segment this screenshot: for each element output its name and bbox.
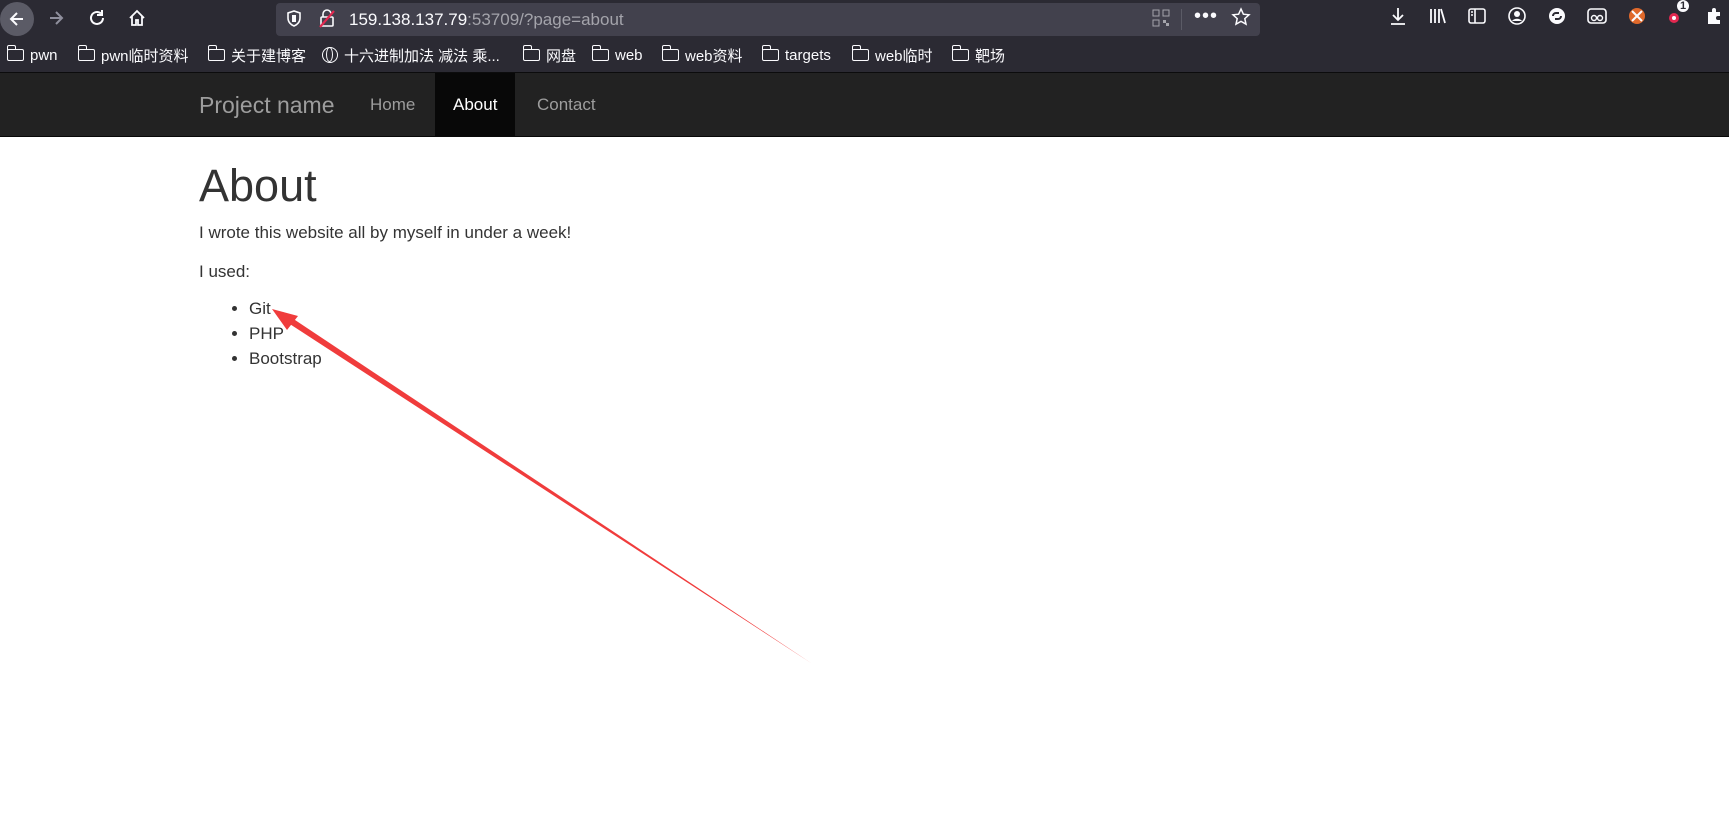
url-divider	[1181, 9, 1182, 30]
back-button[interactable]	[0, 2, 34, 36]
library-icon[interactable]	[1426, 4, 1450, 28]
reload-icon	[90, 10, 104, 25]
forward-arrow-icon	[50, 11, 64, 25]
folder-icon	[207, 45, 225, 61]
folder-icon	[661, 45, 679, 61]
nav-contact[interactable]: Contact	[519, 73, 614, 136]
page-title: About	[199, 160, 317, 211]
extension-badge-count: 1	[1677, 0, 1690, 12]
back-arrow-icon	[9, 12, 23, 26]
folder-icon	[6, 45, 24, 61]
more-dots-icon[interactable]: •••	[1194, 5, 1218, 28]
extensions-puzzle-icon[interactable]	[1702, 4, 1726, 28]
qr-code-icon[interactable]	[1152, 9, 1170, 32]
globe-icon	[322, 46, 338, 63]
account-icon[interactable]	[1505, 4, 1529, 28]
arrow-shaft	[279, 312, 811, 663]
extension-link-icon[interactable]	[1545, 4, 1569, 28]
reload-button[interactable]	[82, 3, 112, 33]
folder-icon	[761, 45, 779, 61]
browser-toolbar: 159.138.137.79:53709/?page=about ••• 1	[0, 0, 1729, 36]
home-icon	[129, 9, 145, 26]
folder-icon	[591, 45, 609, 61]
bookmark-range[interactable]: 靶场	[951, 45, 1005, 65]
nav-about[interactable]: About	[435, 73, 516, 136]
tech-list: Git PHP Bootstrap	[199, 296, 322, 371]
folder-icon	[77, 45, 95, 61]
bookmark-web[interactable]: web	[591, 45, 643, 65]
brand-link[interactable]: Project name	[199, 92, 335, 119]
list-item: Bootstrap	[249, 346, 322, 371]
folder-icon	[851, 45, 869, 61]
extension-crossed-icon[interactable]	[1625, 4, 1649, 28]
extension-badge-icon[interactable]: 1	[1665, 0, 1690, 28]
sidebar-icon[interactable]	[1465, 4, 1489, 28]
bookmark-web-temp[interactable]: web临时	[851, 45, 933, 65]
bookmark-netdisk[interactable]: 网盘	[522, 45, 576, 65]
bookmark-star-icon[interactable]	[1231, 7, 1251, 32]
home-button[interactable]	[122, 3, 152, 33]
downloads-icon[interactable]	[1386, 4, 1410, 28]
bookmark-pwn[interactable]: pwn	[6, 45, 58, 65]
extension-glasses-icon[interactable]	[1585, 4, 1609, 28]
folder-icon	[951, 45, 969, 61]
url-bar[interactable]: 159.138.137.79:53709/?page=about •••	[276, 3, 1260, 36]
used-label: I used:	[199, 262, 251, 281]
list-item: PHP	[249, 321, 322, 346]
url-text[interactable]: 159.138.137.79:53709/?page=about	[349, 10, 624, 30]
bookmark-web-data[interactable]: web资料	[661, 45, 743, 65]
folder-icon	[522, 45, 540, 61]
bookmark-blog[interactable]: 关于建博客	[207, 45, 306, 65]
intro-text: I wrote this website all by myself in un…	[199, 223, 572, 242]
nav-home[interactable]: Home	[352, 73, 433, 136]
bookmark-hex-calc[interactable]: 十六进制加法 减法 乘...	[322, 45, 500, 65]
insecure-lock-icon[interactable]	[318, 9, 336, 34]
bookmarks-bar: pwn pwn临时资料 关于建博客 十六进制加法 减法 乘... 网盘 web …	[0, 36, 1729, 73]
site-navbar: Project name Home About Contact	[0, 73, 1729, 137]
tracking-shield-icon[interactable]	[285, 9, 303, 34]
bookmark-targets[interactable]: targets	[761, 45, 831, 65]
bookmark-pwn-temp[interactable]: pwn临时资料	[77, 45, 189, 65]
forward-button[interactable]	[41, 3, 71, 33]
list-item: Git	[249, 296, 322, 321]
